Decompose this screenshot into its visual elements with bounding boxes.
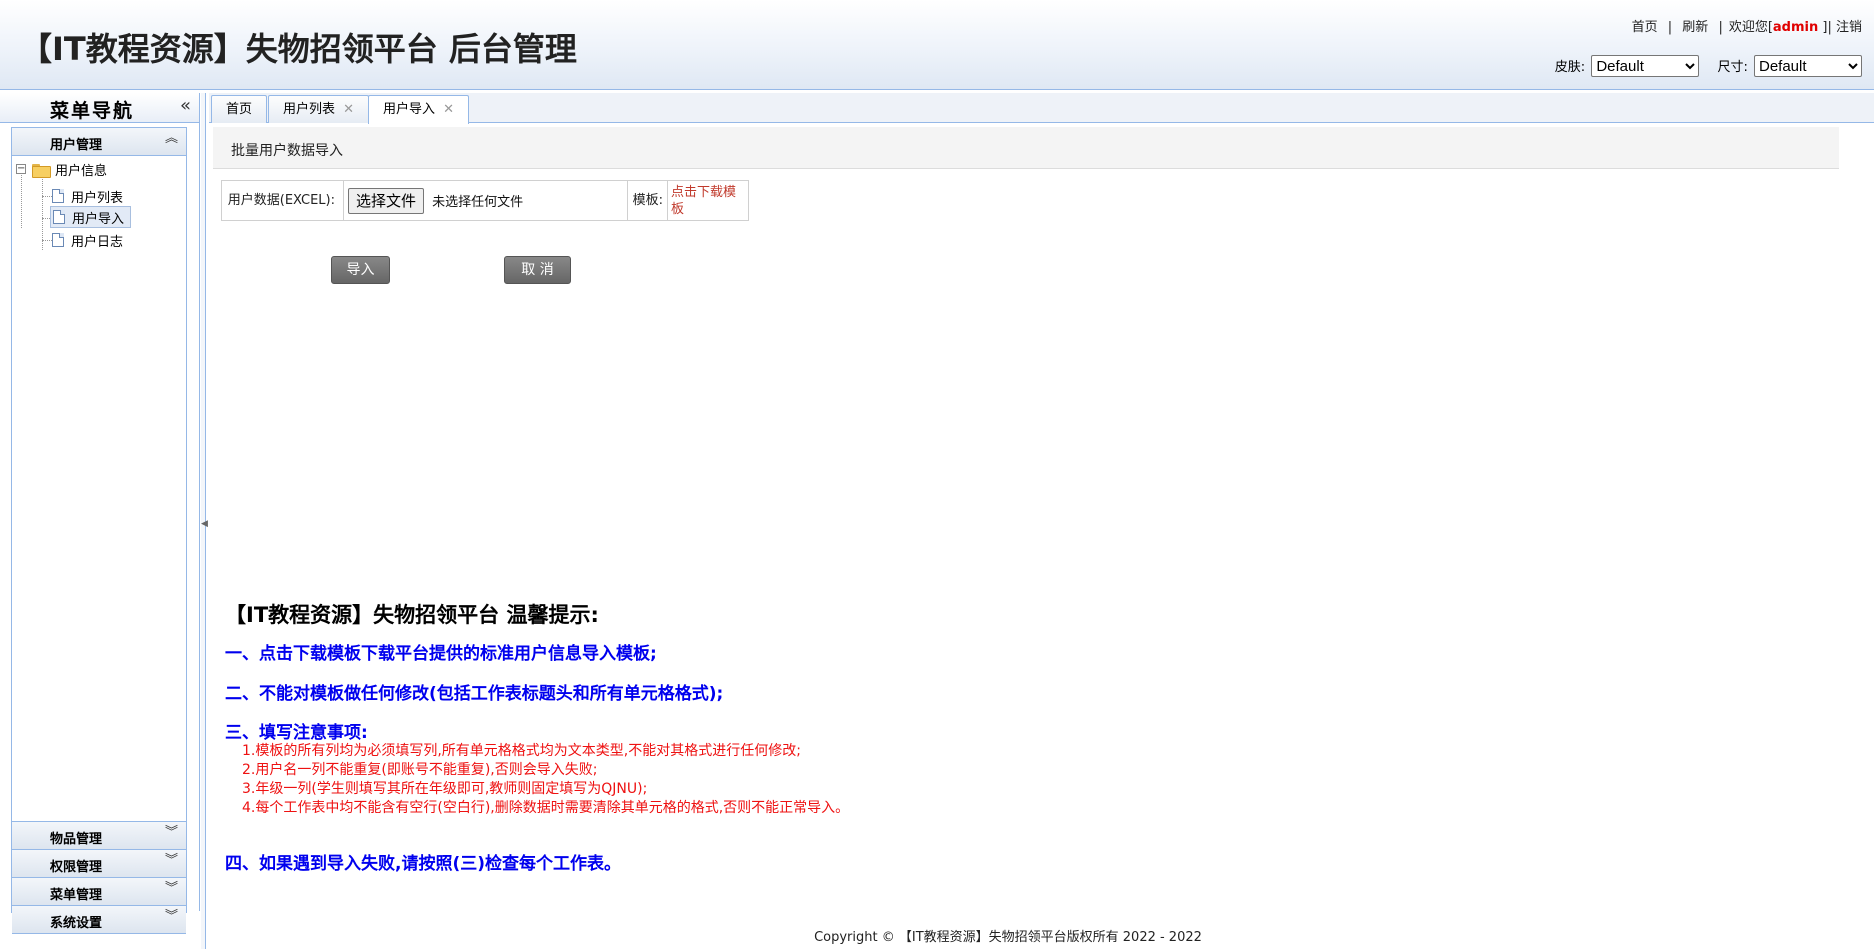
close-icon[interactable]: ✕ [443,102,454,117]
refresh-link[interactable]: 刷新 [1682,20,1708,35]
sidebar: 菜单导航 « 用户管理 ︽ − 用户信息 用户列表 用户导入 用户日志 物品管理… [0,93,200,934]
size-select[interactable]: Default [1754,55,1862,77]
tab-user-import[interactable]: 用户导入 ✕ [368,95,470,124]
page-icon [53,210,65,224]
tree-item-label: 用户列表 [71,190,124,206]
welcome-prefix: 欢迎您[ [1728,20,1773,35]
chevron-down-icon: ︾ [164,881,178,896]
tree-item-user-log[interactable]: 用户日志 [52,229,123,251]
list-item: 2.用户名一列不能重复(即账号不能重复),否则会导入失败; [242,762,598,778]
list-item: 3.年级一列(学生则填写其所在年级即可,教师则固定填写为QJNU); [242,781,648,797]
skin-select[interactable]: Default [1591,55,1700,77]
tree-connector [42,176,43,250]
chevron-up-icon: ︽ [164,131,178,146]
accordion-header-item-management[interactable]: 物品管理 ︾ [12,822,186,850]
chevron-down-icon: ︾ [164,853,178,868]
tab-bar: 首页 用户列表 ✕ 用户导入 ✕ [209,93,1874,124]
separator: | [1667,20,1673,35]
welcome-suffix: ]| [1822,20,1832,35]
tip-2: 二、不能对模板做任何修改(包括工作表标题头和所有单元格格式); [225,684,724,704]
accordion-label: 系统设置 [50,916,103,931]
tab-label: 用户导入 [383,102,436,117]
accordion-label: 权限管理 [50,860,103,875]
top-links: 首页 | 刷新 | 欢迎您[admin ]| 注销 [1632,16,1862,35]
chevron-down-icon: ︾ [164,825,178,840]
sidebar-accordion: 用户管理 ︽ − 用户信息 用户列表 用户导入 用户日志 物品管理 ︾ 权限管理… [11,127,187,934]
chevron-down-icon: ︾ [164,909,178,924]
file-status: 未选择任何文件 [432,194,524,209]
footer-copyright: Copyright © 【IT教程资源】失物招领平台版权所有 2022 - 20… [814,930,1202,945]
tree-item-label: 用户日志 [71,234,124,250]
separator: | [1718,20,1723,35]
logout-link[interactable]: 注销 [1836,20,1862,35]
current-user: admin [1772,20,1819,35]
close-icon[interactable]: ✕ [343,102,354,117]
tree-connector [42,196,52,197]
sidebar-title-bar: 菜单导航 « [0,93,199,123]
tab-user-list[interactable]: 用户列表 ✕ [268,95,370,123]
tab-content: 批量用户数据导入 用户数据(EXCEL): 选择文件 未选择任何文件 模板: 点… [209,124,1874,949]
tips-panel: 【IT教程资源】失物招领平台 温馨提示: 一、点击下载模板下载平台提供的标准用户… [225,599,1625,874]
accordion-label: 用户管理 [50,138,103,153]
template-label: 模板: [627,180,668,221]
tip-3: 三、填写注意事项: [225,723,368,743]
tree-node-label: 用户信息 [55,163,108,179]
app-header: 【IT教程资源】失物招领平台 后台管理 首页 | 刷新 | 欢迎您[admin ]… [0,0,1874,90]
accordion-label: 物品管理 [50,832,103,847]
collapse-sidebar-icon[interactable]: « [180,95,191,116]
skin-label: 皮肤: [1554,59,1586,75]
tab-home[interactable]: 首页 [211,95,268,123]
accordion-header-permission-management[interactable]: 权限管理 ︾ [12,850,186,878]
user-data-label: 用户数据(EXCEL): [221,180,344,221]
import-button[interactable]: 导入 [331,256,390,284]
download-template-link[interactable]: 点击下载模板 [671,185,736,217]
tab-label: 首页 [226,102,253,117]
layout-splitter[interactable]: ◀ [201,93,208,949]
home-link[interactable]: 首页 [1632,20,1658,35]
cancel-button[interactable]: 取 消 [504,256,571,284]
app-title: 【IT教程资源】失物招领平台 后台管理 [20,30,577,68]
caret-left-icon[interactable]: ◀ [201,519,208,529]
section-title: 批量用户数据导入 [231,143,343,159]
folder-open-icon [32,162,51,178]
tree-item-user-list[interactable]: 用户列表 [52,185,123,207]
tree-connector [42,240,52,241]
choose-file-button[interactable]: 选择文件 [348,187,425,214]
accordion-label: 菜单管理 [50,888,103,903]
section-header: 批量用户数据导入 [213,127,1839,169]
tips-title: 【IT教程资源】失物招领平台 温馨提示: [225,603,599,627]
accordion-header-user-management[interactable]: 用户管理 ︽ [12,128,186,156]
theme-controls: 皮肤: Default 尺寸: Default [1541,55,1862,77]
import-form: 用户数据(EXCEL): 选择文件 未选择任何文件 模板: 点击下载模板 [221,180,749,221]
tree-item-user-import[interactable]: 用户导入 [50,206,132,228]
accordion-header-menu-management[interactable]: 菜单管理 ︾ [12,878,186,906]
sidebar-title: 菜单导航 [50,100,135,122]
collapse-toggle-icon[interactable]: − [16,164,26,174]
tree-node-user-info[interactable]: − 用户信息 [16,158,107,180]
file-input[interactable]: 选择文件 未选择任何文件 [343,180,628,221]
template-cell: 点击下载模板 [667,180,749,221]
tree-item-label: 用户导入 [72,211,125,227]
tip-4: 四、如果遇到导入失败,请按照(三)检查每个工作表。 [225,854,621,874]
main-area: 首页 用户列表 ✕ 用户导入 ✕ 批量用户数据导入 用户数据(EXCEL): 选… [209,93,1874,949]
page-icon [52,233,64,247]
user-management-tree: − 用户信息 用户列表 用户导入 用户日志 [12,156,186,822]
list-item: 4.每个工作表中均不能含有空行(空白行),删除数据时需要清除其单元格的格式,否则… [242,800,850,816]
tip-3-list: 1.模板的所有列均为必须填写列,所有单元格格式均为文本类型,不能对其格式进行任何… [242,742,849,818]
page-icon [52,189,64,203]
accordion-header-system-settings[interactable]: 系统设置 ︾ [12,906,186,934]
tip-1: 一、点击下载模板下载平台提供的标准用户信息导入模板; [225,644,657,664]
list-item: 1.模板的所有列均为必须填写列,所有单元格格式均为文本类型,不能对其格式进行任何… [242,743,801,759]
tab-label: 用户列表 [283,102,336,117]
size-label: 尺寸: [1717,59,1748,75]
